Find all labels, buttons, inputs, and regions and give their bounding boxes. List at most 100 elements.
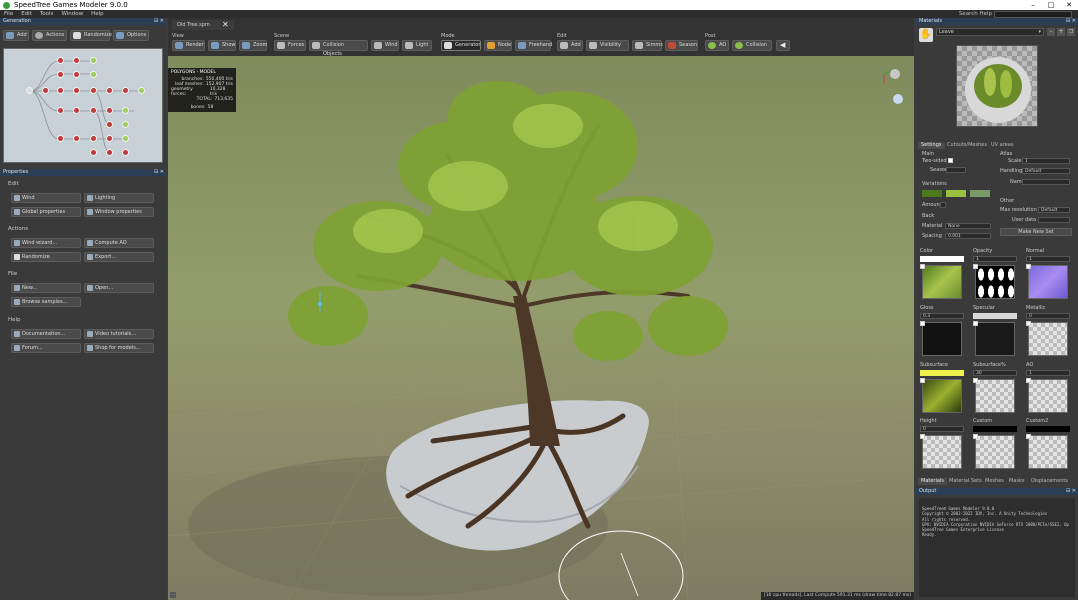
graph-node[interactable]	[106, 135, 113, 142]
visibility-button[interactable]: Visibility	[586, 40, 629, 51]
graph-node[interactable]	[90, 135, 97, 142]
copy-material-icon[interactable]: ❐	[1067, 28, 1075, 36]
subsurface-map-checkbox[interactable]	[920, 378, 925, 383]
variation-swatch[interactable]	[970, 190, 990, 197]
render-button[interactable]: Render	[172, 40, 205, 51]
normal-field[interactable]: 1	[1026, 256, 1070, 262]
material-preview[interactable]	[956, 45, 1038, 127]
export-button[interactable]: Export...	[84, 252, 154, 262]
minimize-button[interactable]: –	[1024, 0, 1042, 10]
subsurface-swatch[interactable]	[920, 370, 964, 376]
subsurface-percent-map-thumbnail[interactable]	[975, 379, 1015, 413]
randomize-button[interactable]: Randomize	[70, 30, 112, 41]
graph-node-leaf[interactable]	[122, 107, 129, 114]
scale-field[interactable]: 1	[1022, 158, 1070, 164]
specular-map-thumbnail[interactable]	[975, 322, 1015, 356]
graph-node[interactable]	[90, 149, 97, 156]
normal-map-thumbnail[interactable]	[1028, 265, 1068, 299]
graph-node[interactable]	[57, 57, 64, 64]
menu-file[interactable]: File	[4, 10, 13, 18]
maximize-button[interactable]: □	[1042, 0, 1060, 10]
custom-swatch[interactable]	[973, 426, 1017, 432]
graph-node[interactable]	[73, 71, 80, 78]
graph-node[interactable]	[42, 87, 49, 94]
open-file-button[interactable]: Open...	[84, 283, 154, 293]
subsurface-map-thumbnail[interactable]	[922, 379, 962, 413]
name-field[interactable]	[1022, 179, 1070, 185]
graph-node[interactable]	[57, 107, 64, 114]
ao-map-checkbox[interactable]	[1026, 378, 1031, 383]
ao-field[interactable]: 1	[1026, 370, 1070, 376]
variation-swatch[interactable]	[946, 190, 966, 197]
viewport-menu-icon[interactable]: ⋯	[170, 592, 176, 598]
window-properties-button[interactable]: Window properties	[84, 207, 154, 217]
graph-node[interactable]	[106, 87, 113, 94]
new-file-button[interactable]: New...	[11, 283, 81, 293]
gloss-map-checkbox[interactable]	[920, 321, 925, 326]
edit-add-button[interactable]: Add	[557, 40, 583, 51]
browse-samples-button[interactable]: Browse samples...	[11, 297, 81, 307]
graph-node[interactable]	[57, 135, 64, 142]
tab-materials[interactable]: Materials	[918, 478, 947, 485]
opacity-map-checkbox[interactable]	[973, 264, 978, 269]
tab-settings[interactable]: Settings	[918, 142, 945, 149]
custom-map-checkbox[interactable]	[973, 434, 978, 439]
height-field[interactable]: 0	[920, 426, 964, 432]
amount-field[interactable]	[940, 202, 946, 208]
graph-node[interactable]	[122, 149, 129, 156]
max-resolution-select[interactable]: Default	[1038, 207, 1070, 213]
menu-edit[interactable]: Edit	[21, 10, 32, 18]
simms-button[interactable]: Simms	[632, 40, 663, 51]
panel-float-close-icon[interactable]: ⊟ ✕	[154, 18, 164, 25]
tab-cutouts-meshes[interactable]: Cutouts/Meshes	[944, 142, 990, 149]
wind-wizard-button[interactable]: Wind wizard...	[11, 238, 81, 248]
wind-button[interactable]: Wind	[11, 193, 81, 203]
graph-node[interactable]	[73, 57, 80, 64]
graph-node[interactable]	[122, 87, 129, 94]
graph-node[interactable]	[73, 87, 80, 94]
season-button[interactable]: Season	[665, 40, 698, 51]
generator-mode-button[interactable]: Generator	[441, 40, 481, 51]
ao-map-thumbnail[interactable]	[1028, 379, 1068, 413]
lighting-button[interactable]: Lighting	[84, 193, 154, 203]
actions-button[interactable]: Actions	[32, 30, 67, 41]
color-map-thumbnail[interactable]	[922, 265, 962, 299]
graph-node[interactable]	[90, 107, 97, 114]
options-button[interactable]: Options	[113, 30, 149, 41]
specular-swatch[interactable]	[973, 313, 1017, 319]
tab-displacements[interactable]: Displacements	[1028, 478, 1071, 485]
spacing-field[interactable]: 0.001	[945, 233, 991, 239]
height-map-thumbnail[interactable]	[922, 435, 962, 469]
light-button[interactable]: Light	[402, 40, 432, 51]
panel-float-close-icon[interactable]: ⊟ ✕	[154, 169, 164, 176]
ao-button[interactable]: AO	[705, 40, 729, 51]
custom2-swatch[interactable]	[1026, 426, 1070, 432]
graph-node-leaf[interactable]	[90, 57, 97, 64]
documentation-button[interactable]: Documentation...	[11, 329, 81, 339]
scene-wind-button[interactable]: Wind	[371, 40, 399, 51]
forum-button[interactable]: Forum...	[11, 343, 81, 353]
tab-meshes[interactable]: Meshes	[982, 478, 1007, 485]
graph-node-root[interactable]	[26, 87, 33, 94]
season-field[interactable]	[946, 167, 966, 173]
graph-node-leaf[interactable]	[138, 87, 145, 94]
handling-select[interactable]: Default	[1022, 168, 1070, 174]
zoom-button[interactable]: Zoom	[239, 40, 267, 51]
height-map-checkbox[interactable]	[920, 434, 925, 439]
metallic-field[interactable]: 0	[1026, 313, 1070, 319]
panel-float-close-icon[interactable]: ⊟ ✕	[1066, 488, 1076, 495]
two-sided-checkbox[interactable]	[948, 158, 953, 163]
graph-node[interactable]	[90, 87, 97, 94]
graph-node[interactable]	[73, 107, 80, 114]
shop-button[interactable]: Shop for models...	[84, 343, 154, 353]
variation-swatch[interactable]	[922, 190, 942, 197]
post-collision-button[interactable]: Collision	[732, 40, 772, 51]
menu-tools[interactable]: Tools	[40, 10, 54, 18]
graph-node[interactable]	[106, 121, 113, 128]
color-swatch[interactable]	[920, 256, 964, 262]
specular-map-checkbox[interactable]	[973, 321, 978, 326]
menu-help[interactable]: Help	[91, 10, 104, 18]
color-map-checkbox[interactable]	[920, 264, 925, 269]
video-tutorials-button[interactable]: Video tutorials...	[84, 329, 154, 339]
metallic-map-checkbox[interactable]	[1026, 321, 1031, 326]
